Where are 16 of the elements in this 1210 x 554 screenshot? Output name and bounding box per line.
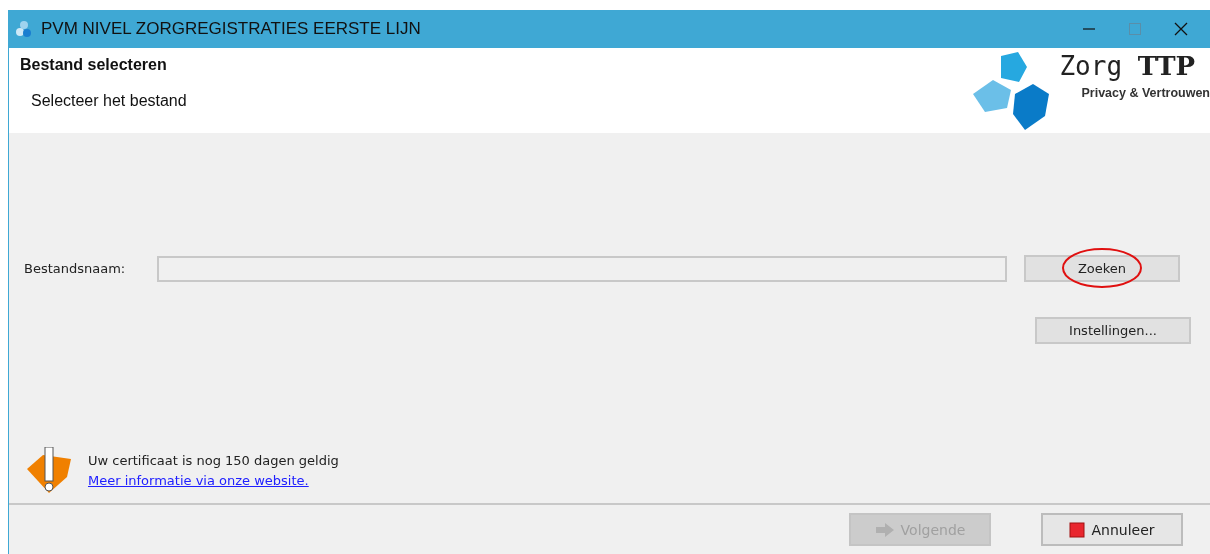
stop-icon <box>1069 521 1086 538</box>
page-subtitle: Selecteer het bestand <box>31 92 187 110</box>
arrow-icon <box>874 522 895 537</box>
window-title: PVM NIVEL ZORGREGISTRATIES EERSTE LIJN <box>41 19 422 39</box>
logo-word: TTP <box>1137 51 1196 81</box>
logo-word: Zorg <box>1059 51 1123 81</box>
page-title: Bestand selecteren <box>20 56 168 74</box>
logo-tagline: Privacy & Vertrouwen <box>1081 86 1210 100</box>
filename-field[interactable] <box>157 255 1007 282</box>
app-icon <box>15 20 33 38</box>
field-label: Bestandsnaam: <box>24 261 127 276</box>
certificate-message: Uw certificaat is nog 150 dagen geldig <box>88 452 339 470</box>
search-button[interactable]: Zoeken <box>1024 255 1180 282</box>
info-link[interactable]: Meer informatie via onze website. <box>88 473 309 488</box>
cancel-button[interactable]: Annuleer <box>1041 513 1183 546</box>
settings-button[interactable]: Instellingen... <box>1035 317 1191 344</box>
